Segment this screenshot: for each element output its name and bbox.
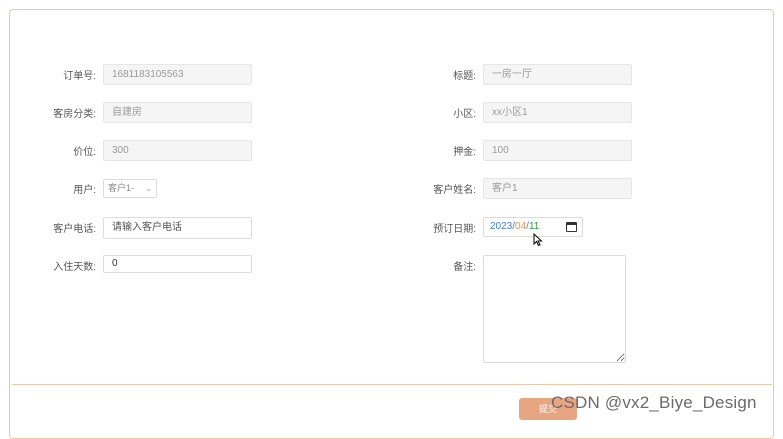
order-no-field: 1681183105563: [103, 64, 252, 85]
deposit-field: 100: [483, 140, 632, 161]
price-field: 300: [103, 140, 252, 161]
room-type-label: 客房分类:: [53, 109, 96, 120]
user-label: 用户:: [73, 185, 96, 196]
date-day: 11: [528, 221, 540, 232]
customer-phone-label: 客户电话:: [53, 224, 96, 235]
watermark-text: CSDN @vx2_Biye_Design: [551, 393, 757, 412]
customer-phone-input[interactable]: 请输入客户电话: [103, 217, 252, 239]
community-label: 小区:: [453, 109, 476, 120]
title-field: 一房一厅: [483, 64, 632, 85]
price-label: 价位:: [73, 147, 96, 158]
community-field: xx小区1: [483, 102, 632, 123]
room-type-field: 自建房: [103, 102, 252, 123]
mouse-cursor-icon: [533, 233, 543, 247]
customer-name-label: 客户姓名:: [433, 185, 476, 196]
remark-label: 备注:: [453, 262, 476, 273]
deposit-label: 押金:: [453, 147, 476, 158]
order-no-label: 订单号:: [63, 71, 96, 82]
footer-divider: [12, 384, 772, 385]
user-select[interactable]: 客户1- ⌄: [103, 179, 157, 198]
date-year: 2023: [490, 221, 513, 232]
remark-textarea[interactable]: [483, 255, 626, 363]
calendar-icon[interactable]: [566, 222, 577, 232]
title-label: 标题:: [453, 71, 476, 82]
stay-days-label: 入住天数:: [53, 262, 96, 273]
chevron-down-icon: ⌄: [145, 184, 152, 193]
user-select-value: 客户1-: [108, 183, 135, 193]
booking-date-label: 预订日期:: [433, 224, 476, 235]
date-month: 04: [515, 221, 527, 232]
stay-days-input[interactable]: 0: [103, 255, 252, 273]
customer-name-field: 客户1: [483, 178, 632, 199]
